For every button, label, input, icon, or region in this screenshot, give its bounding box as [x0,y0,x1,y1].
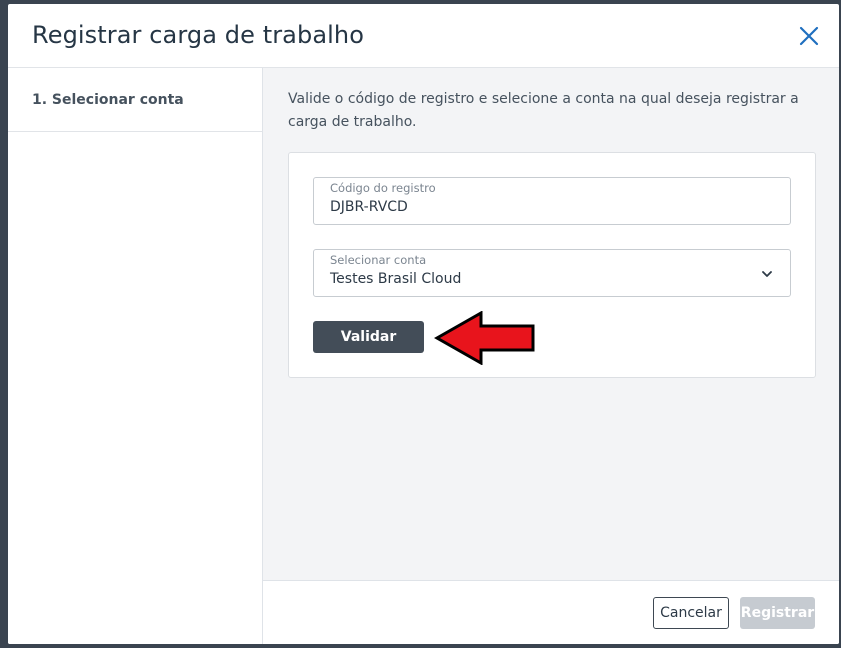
registration-code-label: Código do registro [330,181,436,195]
registration-code-field[interactable]: Código do registro DJBR-RVCD [313,177,791,225]
account-select-label: Selecionar conta [330,253,427,267]
registration-card: Código do registro DJBR-RVCD Selecionar … [288,152,816,378]
chevron-down-icon[interactable] [760,266,774,280]
close-icon[interactable] [797,24,821,48]
validate-code-button[interactable]: Validar código [313,321,424,377]
modal-title: Registrar carga de trabalho [32,21,364,49]
account-select[interactable]: Selecionar conta Testes Brasil Cloud [313,249,791,297]
wizard-steps-sidebar: 1. Selecionar conta [8,68,263,644]
account-select-value[interactable]: Testes Brasil Cloud [330,271,461,287]
step-description: Valide o código de registro e selecione … [288,91,799,130]
register-workload-modal: Registrar carga de trabalho 1. Seleciona… [8,4,839,644]
registration-code-value[interactable]: DJBR-RVCD [330,199,408,215]
arrow-left-icon [433,310,536,366]
modal-header: Registrar carga de trabalho [8,4,839,68]
modal-footer: Cancelar Registrar [263,580,839,644]
step-select-account[interactable]: 1. Selecionar conta [8,68,262,132]
register-button: Registrar [740,597,815,629]
cancel-button[interactable]: Cancelar [653,597,729,629]
wizard-content: Valide o código de registro e selecione … [263,68,839,580]
